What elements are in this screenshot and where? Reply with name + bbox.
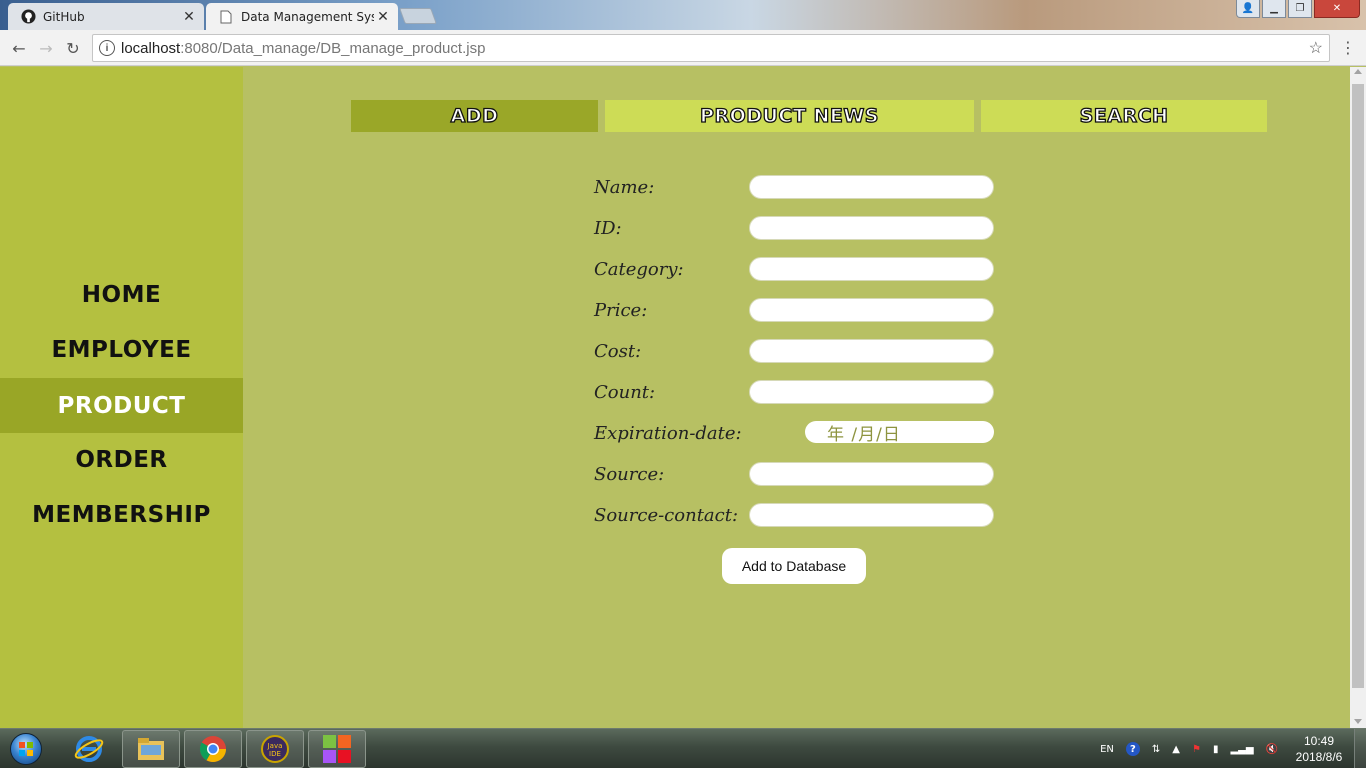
help-icon[interactable]: ? [1125,742,1140,756]
minimize-button[interactable]: ▁ [1262,0,1286,18]
github-icon [20,9,36,25]
sidebar-item-employee[interactable]: EMPLOYEE [0,322,243,377]
clock-date: 2018/8/6 [1295,750,1343,764]
windows-logo-icon [10,733,42,765]
id-input[interactable] [749,216,994,240]
label-expiration-date: Expiration-date: [594,423,742,444]
scroll-down-icon[interactable] [1354,719,1362,724]
url-path: :8080/Data_manage/DB_manage_product.jsp [180,39,486,57]
file-explorer-icon[interactable] [122,730,180,768]
page-content: HOME EMPLOYEE PRODUCT ORDER MEMBERSHIP A… [0,67,1350,728]
action-center-icon[interactable]: ⚑ [1192,744,1201,755]
name-input[interactable] [749,175,994,199]
power-icon[interactable]: ▮ [1213,744,1219,755]
tab-data-management[interactable]: Data Management Syst ✕ [206,3,398,30]
sidebar-item-product[interactable]: PRODUCT [0,378,243,433]
tab-product-news[interactable]: PRODUCT NEWS [605,100,974,132]
sidebar-item-order[interactable]: ORDER [0,432,243,487]
sidebar-item-home[interactable]: HOME [0,267,243,322]
scroll-thumb[interactable] [1352,84,1364,688]
label-source: Source: [594,464,665,485]
maximize-button[interactable]: ❐ [1288,0,1312,18]
source-input[interactable] [749,462,994,486]
show-desktop-button[interactable] [1354,729,1366,768]
scroll-up-icon[interactable] [1354,69,1362,74]
browser-titlebar: GitHub ✕ Data Management Syst ✕ 👤 ▁ ❐ ✕ [0,0,1366,30]
window-controls: 👤 ▁ ❐ ✕ [1236,0,1360,20]
label-price: Price: [594,300,648,321]
category-input[interactable] [749,257,994,281]
user-icon[interactable]: 👤 [1236,0,1260,18]
volume-muted-icon[interactable]: 🔇 [1266,744,1278,755]
chrome-icon[interactable] [184,730,242,768]
label-id: ID: [594,218,622,239]
close-window-button[interactable]: ✕ [1314,0,1360,18]
forward-icon[interactable]: → [35,37,57,59]
sidebar: HOME EMPLOYEE PRODUCT ORDER MEMBERSHIP [0,67,243,728]
system-tray: EN ? ⇅ ▲ ⚑ ▮ ▂▃▅ 🔇 10:49 2018/8/6 [1094,729,1366,768]
svg-text:Java: Java [267,742,283,750]
vertical-scrollbar[interactable] [1350,67,1366,728]
show-hidden-icons-icon[interactable]: ▲ [1172,744,1180,755]
label-source-contact: Source-contact: [594,505,739,526]
label-cost: Cost: [594,341,642,362]
add-to-database-button[interactable]: Add to Database [722,548,866,584]
sidebar-item-membership[interactable]: MEMBERSHIP [0,487,243,542]
menu-icon[interactable]: ⋮ [1340,38,1356,57]
url-host: localhost [121,39,181,57]
app-tiles-icon[interactable] [308,730,366,768]
start-button[interactable] [4,731,48,767]
address-bar[interactable]: i localhost:8080/Data_manage/DB_manage_p… [92,34,1330,62]
svg-text:IDE: IDE [269,750,281,758]
cost-input[interactable] [749,339,994,363]
clock-time: 10:49 [1303,734,1335,748]
label-name: Name: [594,177,655,198]
clock[interactable]: 10:49 2018/8/6 [1284,733,1354,765]
tab-title: Data Management Syst [241,9,374,24]
signal-icon[interactable]: ▂▃▅ [1230,744,1253,755]
bookmark-star-icon[interactable]: ☆ [1309,38,1323,58]
browser-toolbar: ← → ↻ i localhost:8080/Data_manage/DB_ma… [0,30,1366,66]
internet-explorer-icon[interactable] [60,730,118,768]
close-icon[interactable]: ✕ [180,9,198,25]
page-icon [218,9,234,25]
info-icon[interactable]: i [99,40,115,56]
label-category: Category: [594,259,684,280]
price-input[interactable] [749,298,994,322]
back-icon[interactable]: ← [8,37,30,59]
source-contact-input[interactable] [749,503,994,527]
close-icon[interactable]: ✕ [374,9,392,25]
language-indicator[interactable]: EN [1100,744,1114,755]
java-ee-ide-icon[interactable]: Java IDE [246,730,304,768]
tab-github[interactable]: GitHub ✕ [8,3,204,30]
taskbar: Java IDE EN ? ⇅ ▲ ⚑ ▮ ▂▃▅ 🔇 10:49 2018/8/… [0,728,1366,768]
tab-search[interactable]: SEARCH [981,100,1267,132]
new-tab-button[interactable] [399,8,437,24]
tab-add[interactable]: ADD [351,100,598,132]
reload-icon[interactable]: ↻ [62,37,84,59]
label-count: Count: [594,382,656,403]
expiration-date-input[interactable]: 年 /月/日 [805,421,994,445]
tab-title: GitHub [43,9,85,24]
network-adapter-icon[interactable]: ⇅ [1152,744,1160,755]
count-input[interactable] [749,380,994,404]
